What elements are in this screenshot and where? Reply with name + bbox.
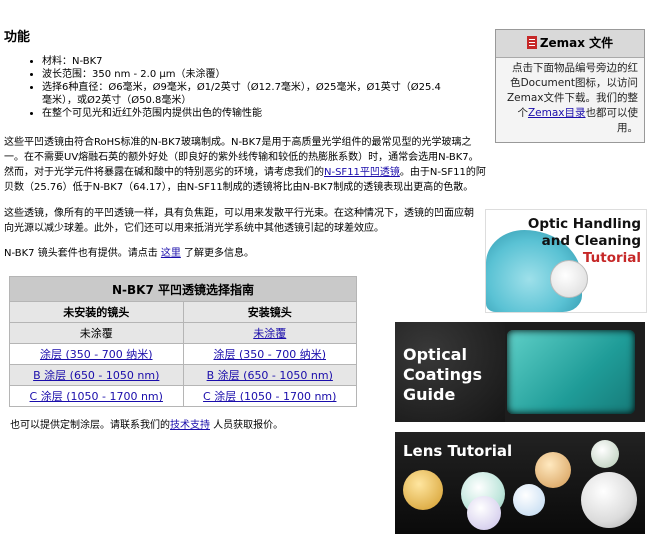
optic-handling-tutorial-banner[interactable]: Optic Handling and Cleaning Tutorial (485, 209, 647, 313)
banner-line: Optical (403, 345, 467, 364)
table-cell: 未涂覆 (182, 322, 357, 344)
table-cell: 涂层 (350 - 700 纳米) (182, 343, 357, 365)
table-row: 未涂覆 未涂覆 (9, 322, 357, 344)
table-link[interactable]: 未涂覆 (253, 327, 286, 340)
table-cell: C 涂层 (1050 - 1700 nm) (9, 385, 184, 407)
zemax-header: Zemax 文件 (496, 30, 644, 58)
banner-line: Coatings (403, 365, 483, 384)
lens-tutorial-banner[interactable]: Lens Tutorial (395, 432, 645, 534)
table-link[interactable]: B 涂层 (650 - 1050 nm) (207, 369, 333, 382)
banner-text: Optic Handling and Cleaning Tutorial (528, 216, 641, 267)
coated-glass-image (507, 330, 635, 414)
selection-guide-table: N-BK7 平凹透镜选择指南 未安装的镜头 安装镜头 未涂覆 未涂覆 涂层 (3… (9, 276, 357, 407)
feature-item: 选择6种直径：Ø6毫米，Ø9毫米，Ø1/2英寸（Ø12.7毫米），Ø25毫米，Ø… (42, 81, 442, 107)
description-paragraph: 这些平凹透镜由符合RoHS标准的N-BK7玻璃制成。N-BK7是用于高质量光学组… (4, 135, 488, 195)
tech-support-link[interactable]: 技术支持 (170, 420, 210, 431)
paragraph-text: 了解更多信息。 (180, 248, 255, 259)
lens-image (591, 440, 619, 468)
banner-line: Optic Handling (527, 216, 641, 232)
section-title: 功能 (4, 30, 31, 45)
table-link[interactable]: 涂层 (350 - 700 纳米) (40, 348, 153, 361)
table-cell: B 涂层 (650 - 1050 nm) (9, 364, 184, 386)
lens-image (403, 470, 443, 510)
table-link[interactable]: C 涂层 (1050 - 1700 nm) (203, 390, 336, 403)
kit-link[interactable]: 这里 (161, 248, 181, 259)
lens-image (581, 472, 637, 528)
zemax-body: 点击下面物品编号旁边的红色Document图标，以访问Zemax文件下载。我们的… (496, 58, 644, 139)
zemax-title: Zemax 文件 (539, 36, 614, 50)
custom-coating-paragraph: 也可以提供定制涂层。请联系我们的技术支持 人员获取报价。 (10, 416, 283, 431)
banner-text: Optical Coatings Guide (403, 345, 482, 405)
feature-item: 在整个可见光和近红外范围内提供出色的传输性能 (42, 107, 442, 120)
table-link[interactable]: C 涂层 (1050 - 1700 nm) (30, 390, 163, 403)
nsf11-lens-link[interactable]: N-SF11平凹透镜 (324, 167, 400, 178)
table-link[interactable]: B 涂层 (650 - 1050 nm) (33, 369, 159, 382)
table-row: 涂层 (350 - 700 纳米) 涂层 (350 - 700 纳米) (9, 343, 357, 365)
banner-text: Lens Tutorial (403, 442, 513, 460)
kit-paragraph: N-BK7 镜头套件也有提供。请点击 这里 了解更多信息。 (4, 246, 488, 261)
usage-paragraph: 这些透镜，像所有的平凹透镜一样，具有负焦距，可以用来发散平行光束。在这种情况下，… (4, 208, 474, 234)
table-row: C 涂层 (1050 - 1700 nm) C 涂层 (1050 - 1700 … (9, 385, 357, 407)
table-row: B 涂层 (650 - 1050 nm) B 涂层 (650 - 1050 nm… (9, 364, 357, 386)
column-header: 未安装的镜头 (9, 301, 184, 323)
paragraph-text: 也可以提供定制涂层。请联系我们的 (10, 420, 170, 431)
zemax-box: Zemax 文件 点击下面物品编号旁边的红色Document图标，以访问Zema… (495, 29, 645, 143)
lens-image (535, 452, 571, 488)
paragraph-text: N-BK7 镜头套件也有提供。请点击 (4, 248, 161, 259)
table-title: N-BK7 平凹透镜选择指南 (9, 276, 357, 302)
zemax-catalog-link[interactable]: Zemax目录 (528, 107, 586, 119)
table-cell: 涂层 (350 - 700 纳米) (9, 343, 184, 365)
optical-coatings-guide-banner[interactable]: Optical Coatings Guide (395, 322, 645, 422)
table-cell: C 涂层 (1050 - 1700 nm) (182, 385, 357, 407)
table-cell: 未涂覆 (9, 322, 184, 344)
column-header: 安装镜头 (182, 301, 357, 323)
banner-line: and Cleaning (541, 233, 641, 249)
document-icon (526, 36, 537, 49)
zemax-text: 也都可以使用。 (585, 107, 639, 134)
lens-image (467, 496, 501, 530)
paragraph-text: 人员获取报价。 (210, 420, 284, 431)
lens-image (513, 484, 545, 516)
feature-item: 材料：N-BK7 (42, 55, 442, 68)
feature-list: 材料：N-BK7 波长范围：350 nm - 2.0 μm（未涂覆） 选择6种直… (26, 55, 442, 120)
table-link[interactable]: 涂层 (350 - 700 纳米) (213, 348, 326, 361)
table-cell: B 涂层 (650 - 1050 nm) (182, 364, 357, 386)
banner-line: Tutorial (582, 250, 641, 266)
banner-line: Guide (403, 385, 456, 404)
feature-item: 波长范围：350 nm - 2.0 μm（未涂覆） (42, 68, 442, 81)
